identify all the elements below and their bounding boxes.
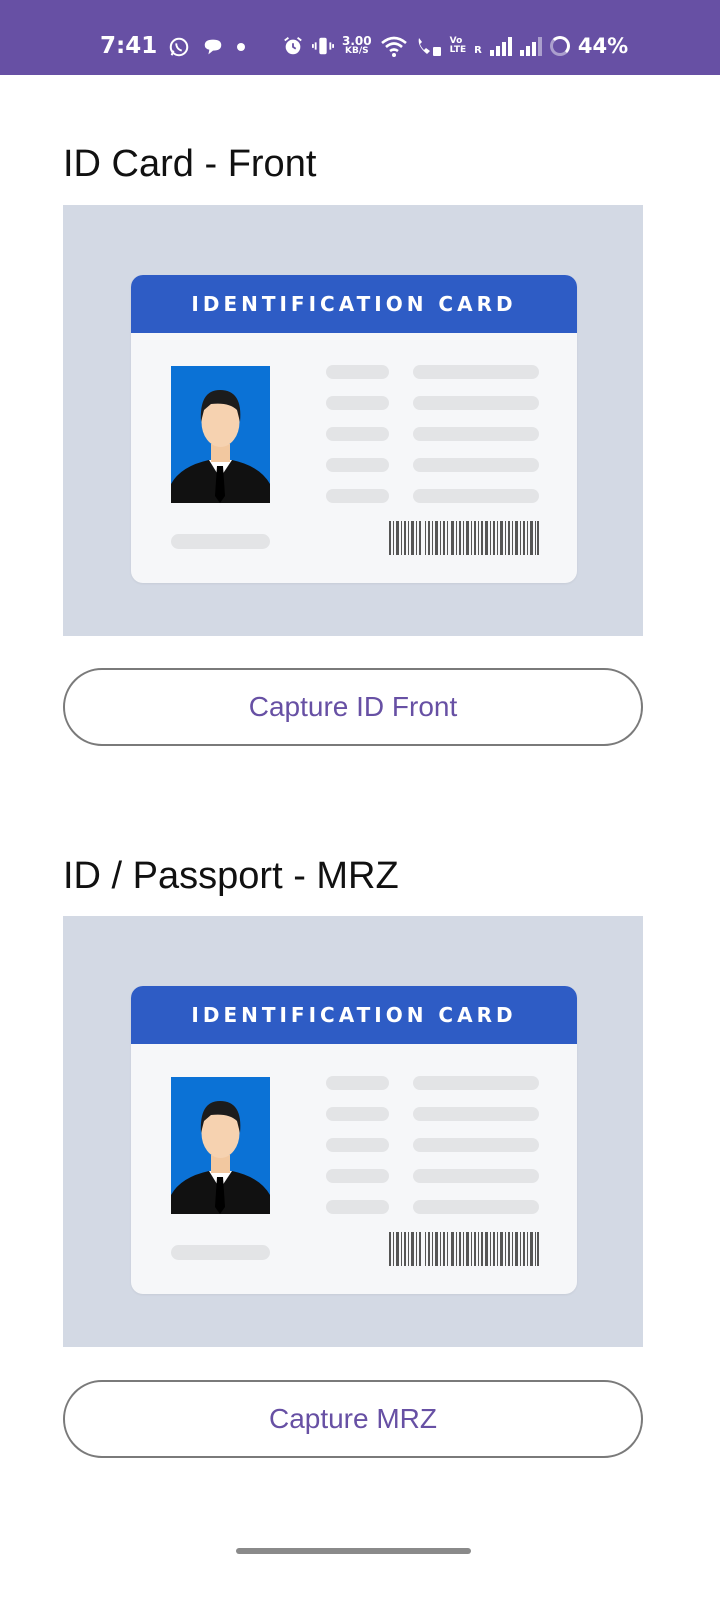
mrz-preview: IDENTIFICATION CARD: [63, 916, 643, 1347]
battery-icon: [549, 36, 570, 56]
person-icon: [171, 1101, 270, 1214]
capture-mrz-button[interactable]: Capture MRZ: [63, 1380, 643, 1458]
id-card-illustration: IDENTIFICATION CARD: [131, 986, 577, 1294]
id-photo: [171, 1077, 270, 1214]
id-photo: [171, 366, 270, 503]
whatsapp-icon: [169, 37, 189, 57]
name-placeholder-line: [171, 534, 270, 549]
chat-bubble-icon: [204, 39, 222, 55]
volte-bottom: LTE: [449, 45, 467, 55]
name-placeholder-line: [171, 1245, 270, 1260]
volte-indicator: Vo LTE: [450, 37, 467, 55]
section-title-id-front: ID Card - Front: [63, 143, 317, 185]
home-indicator[interactable]: [236, 1548, 471, 1554]
dot-icon: [237, 43, 245, 51]
speed-value: 3.00: [342, 34, 372, 48]
wifi-call-icon: [418, 38, 441, 56]
vibrate-icon: [312, 37, 334, 55]
roaming-indicator: R: [474, 44, 482, 56]
signal-bars-sim1: [489, 36, 512, 56]
status-bar: 7:41 3.00 KB/S Vo LTE R 44%: [0, 0, 720, 75]
battery-percent: 44%: [577, 34, 629, 58]
signal-bars-sim2: [519, 36, 542, 56]
id-card-illustration: IDENTIFICATION CARD: [131, 275, 577, 583]
capture-id-front-button[interactable]: Capture ID Front: [63, 668, 643, 746]
speed-unit: KB/S: [345, 46, 369, 56]
network-speed: 3.00 KB/S: [342, 34, 372, 56]
section-title-mrz: ID / Passport - MRZ: [63, 855, 399, 897]
id-card-header: IDENTIFICATION CARD: [131, 275, 577, 333]
alarm-icon: [284, 37, 302, 55]
status-time: 7:41: [100, 33, 158, 59]
barcode-icon: [389, 521, 539, 555]
system-icons: 3.00 KB/S Vo LTE R 44%: [282, 34, 628, 58]
notification-icons: [168, 36, 246, 58]
id-front-preview: IDENTIFICATION CARD: [63, 205, 643, 636]
wifi-icon: [380, 36, 407, 57]
id-card-header: IDENTIFICATION CARD: [131, 986, 577, 1044]
barcode-icon: [389, 1232, 539, 1266]
person-icon: [171, 390, 270, 503]
